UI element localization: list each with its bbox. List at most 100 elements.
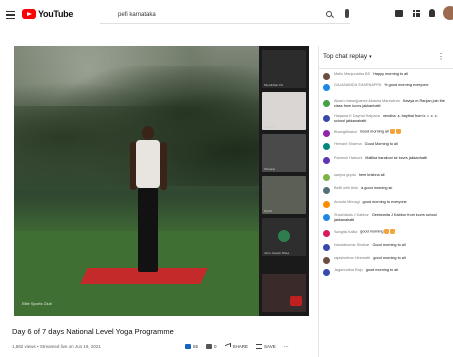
create-video-icon[interactable] [395, 10, 403, 17]
save-icon [256, 343, 263, 349]
thumbs-down-icon [206, 343, 213, 349]
chat-mode-dropdown[interactable]: Top chat replay ▾ [323, 53, 372, 60]
chat-author[interactable]: Hemant Sharma [334, 142, 362, 146]
chat-text: Good morning to all [372, 243, 406, 247]
clap-emoji-icon [384, 229, 390, 234]
chat-message-body: Mallu Manjunatha BS Happy morning to all [334, 72, 408, 80]
chat-replay-panel: Top chat replay ▾ ⋮ Mallu Manjunatha BS Ha… [318, 46, 453, 357]
chat-text: good morning to all [373, 256, 406, 260]
participant-tiles: Muralidhar KS Nandini Shivaraj Mythri Jo… [259, 46, 309, 316]
chevron-down-icon: ▾ [369, 54, 372, 60]
chat-author[interactable]: Nandakumar Sirsikar [334, 243, 369, 247]
chat-avatar[interactable] [323, 244, 330, 251]
chat-avatar[interactable] [323, 257, 330, 264]
chat-message: Shashikala J Kabbur Geeksmita J Kabbur fr… [323, 213, 449, 223]
chat-author[interactable]: GAJANANDA SHARNAPPA [334, 83, 381, 87]
search-icon[interactable] [326, 11, 332, 17]
chat-message-body: Bellil with Alok a good morning sir [334, 186, 393, 194]
like-button[interactable]: 55 [185, 343, 198, 349]
chat-avatar[interactable] [323, 143, 330, 150]
chat-author[interactable]: sanjna gupta [334, 173, 356, 177]
video-actions: 55 0 SHARE SAVE ... [185, 342, 289, 350]
chat-message-body: Shashikala J Kabbur Geeksmita J Kabbur fr… [334, 213, 449, 223]
youtube-logo[interactable]: YouTube [22, 9, 73, 19]
chat-author[interactable]: Bellil with Alok [334, 186, 358, 190]
main-video-feed: Elite Sports Club [14, 46, 259, 316]
search-box[interactable]: pefi karnataka [100, 6, 350, 24]
thumbs-up-icon [185, 343, 191, 349]
chat-message-body: Ramesh Harkuni Mallika harakuni sir kcvrs… [334, 156, 427, 164]
clap-emoji-icon [390, 229, 396, 234]
chat-avatar[interactable] [323, 230, 330, 237]
chat-message: Mallu Manjunatha BS Happy morning to all [323, 72, 449, 80]
chat-avatar[interactable] [323, 100, 330, 107]
chat-message: Halpana K Dayhal Halpana nendha. s. bayth… [323, 114, 449, 124]
chat-avatar[interactable] [323, 269, 330, 276]
chat-message: Bhangithlakoi Good morning all [323, 129, 449, 137]
chat-author[interactable]: Ramesh Harkuni [334, 156, 362, 160]
record-icon [290, 296, 302, 306]
chat-author[interactable]: Jagannatha Raju [334, 268, 363, 272]
divider [319, 68, 453, 69]
apps-icon[interactable] [413, 10, 420, 17]
logo-text: YouTube [38, 9, 74, 19]
chat-more-icon[interactable]: ⋮ [437, 52, 445, 61]
clap-emoji-icon [395, 129, 401, 134]
clap-emoji-icon [389, 129, 395, 134]
video-player[interactable]: Elite Sports Club Muralidhar KS Nandini … [14, 46, 309, 316]
mic-icon[interactable] [345, 9, 349, 18]
search-input[interactable]: pefi karnataka [118, 12, 156, 18]
more-button[interactable]: ... [284, 343, 289, 349]
chat-message-body: Akash maranjpanse Akasha Marewiran Kaviya… [334, 99, 449, 109]
chat-avatar[interactable] [323, 187, 330, 194]
chat-message: GAJANANDA SHARNAPPA% good morning everyo… [323, 83, 449, 91]
chat-avatar[interactable] [323, 130, 330, 137]
chat-text: good morning [360, 229, 384, 234]
chat-message: Jagannatha Raju good morning to all [323, 268, 449, 276]
chat-avatar[interactable] [323, 115, 330, 122]
chat-message: Bellil with Alok a good morning sir [323, 186, 449, 194]
more-icon: ... [283, 343, 289, 349]
participant-tile [262, 274, 306, 312]
chat-author[interactable]: Shashikala J Kabbur [334, 213, 369, 217]
instructor-figure [129, 126, 169, 276]
chat-author[interactable]: Mallu Manjunatha BS [334, 72, 370, 76]
chat-avatar[interactable] [323, 84, 330, 91]
chat-author[interactable]: Akash maranjpanse Akasha Marewiran [334, 99, 400, 103]
save-button[interactable]: SAVE [256, 343, 276, 349]
chat-avatar[interactable] [323, 157, 330, 164]
chat-author[interactable]: Sangita Kalila [334, 230, 357, 234]
chat-message-body: Halpana K Dayhal Halpana nendha. s. bayth… [334, 114, 449, 124]
chat-message-body: GAJANANDA SHARNAPPA% good morning everyo… [334, 83, 429, 91]
chat-text: good morning to everyone [362, 200, 407, 204]
chat-avatar[interactable] [323, 73, 330, 80]
notifications-icon[interactable] [429, 9, 435, 17]
chat-text: here krishna all [358, 173, 385, 177]
chat-message-body: Sangita Kalila good morning [334, 229, 396, 237]
chat-avatar[interactable] [323, 214, 330, 221]
chat-author[interactable]: Halpana K Dayhal Halpana [334, 114, 380, 118]
dislike-button[interactable]: 0 [206, 343, 217, 349]
chat-message-body: Amoda Mhnagi good morning to everyone [334, 200, 407, 208]
share-button[interactable]: SHARE [224, 342, 248, 350]
chat-author[interactable]: rajashekhar Hiremath [334, 256, 370, 260]
chat-text: Mallika harakuni sir kcvrs jakkanhatti [365, 156, 427, 160]
chat-avatar[interactable] [323, 201, 330, 208]
participant-avatar [278, 230, 290, 242]
chat-avatar[interactable] [323, 174, 330, 181]
top-bar: YouTube pefi karnataka [0, 0, 453, 30]
menu-icon[interactable] [6, 11, 15, 19]
chat-message: Akash maranjpanse Akasha Marewiran Kaviya… [323, 99, 449, 109]
chat-author[interactable]: Amoda Mhnagi [334, 200, 360, 204]
chat-message-body: Hemant Sharma Good Morning to all [334, 142, 398, 150]
youtube-play-icon [22, 9, 36, 19]
chat-message-body: Bhangithlakoi Good morning all [334, 129, 401, 137]
chat-header-label: Top chat replay [323, 53, 368, 60]
chat-author[interactable]: Bhangithlakoi [334, 130, 357, 134]
participant-tile: Shivaraj [262, 134, 306, 172]
avatar[interactable] [443, 6, 453, 20]
participant-tile: John Joseph Rhea [262, 218, 306, 256]
chat-message-body: rajashekhar Hiremath good morning to all [334, 256, 406, 264]
chat-text: a good morning sir [361, 186, 393, 190]
chat-text: % good morning everyone [384, 83, 429, 87]
